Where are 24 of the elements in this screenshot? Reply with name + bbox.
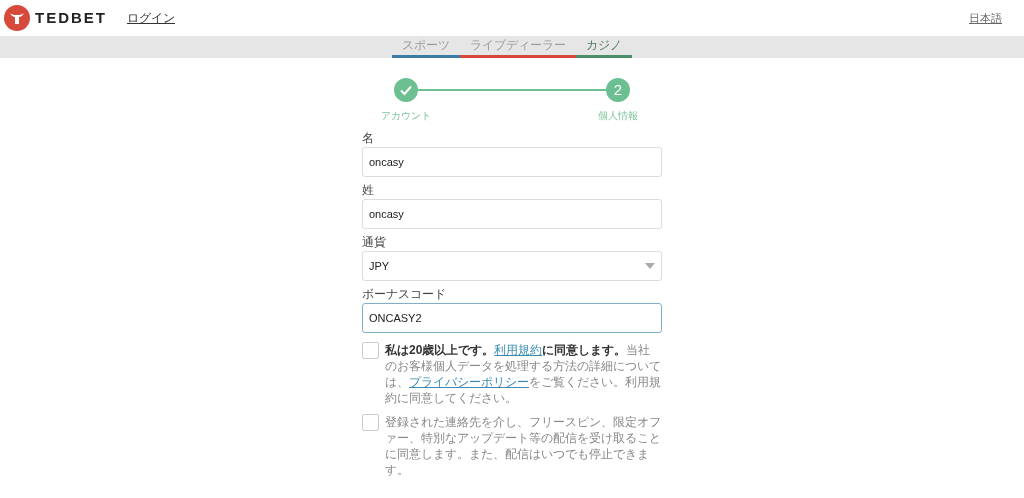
text-field[interactable]: oncasy (362, 199, 662, 229)
consent-text: 私は20歳以上です。利用規約に同意します。当社のお客様個人データを処理する方法の詳細については、プライバシーポリシーをご覧ください。利用規約に同意してください。 (385, 342, 662, 406)
text-field[interactable]: ONCASY2 (362, 303, 662, 333)
category-tab[interactable]: カジノ (576, 36, 632, 58)
field-label: 姓 (362, 182, 375, 199)
text-field[interactable]: oncasy (362, 147, 662, 177)
field-label: ボーナスコード (362, 286, 447, 303)
login-link[interactable]: ログイン (127, 9, 175, 27)
step-label: 個人情報 (598, 109, 638, 123)
consent-link[interactable]: プライバシーポリシー (409, 375, 529, 389)
field-label: 名 (362, 130, 375, 147)
brand-name[interactable]: TEDBET (35, 6, 107, 30)
language-link[interactable]: 日本語 (969, 9, 1002, 27)
consent-text: 登録された連絡先を介し、フリースピン、限定オファー、特別なアップデート等の配信を受け取ることに同意します。また、配信はいつでも停止できます。 (385, 414, 662, 478)
step-complete-icon (394, 78, 418, 102)
consent-checkbox[interactable] (362, 414, 379, 431)
bull-logo-icon (4, 5, 30, 31)
step-label: アカウント (381, 109, 431, 123)
consent-link[interactable]: 利用規約 (494, 343, 543, 357)
step-number: 2 (606, 78, 630, 102)
currency-select[interactable]: JPY (362, 251, 662, 281)
field-label: 通貨 (362, 234, 387, 251)
dropdown-caret-icon (645, 263, 655, 269)
consent-checkbox[interactable] (362, 342, 379, 359)
